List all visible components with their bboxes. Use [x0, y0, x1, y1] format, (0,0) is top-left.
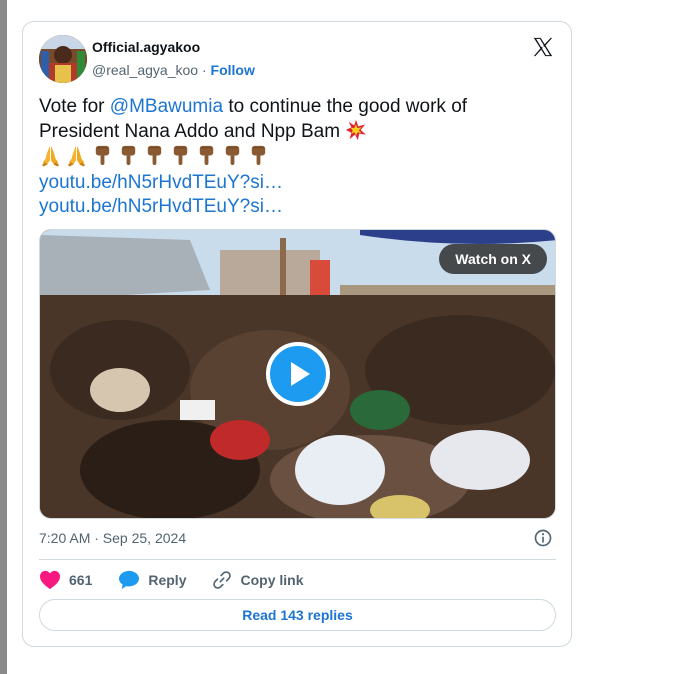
- tweet-timestamp[interactable]: 7:20 AM · Sep 25, 2024: [39, 530, 186, 546]
- folded-hands-emoji-icon: [41, 145, 60, 167]
- author-handle[interactable]: @real_agya_koo: [92, 62, 198, 78]
- play-icon: [291, 362, 310, 386]
- x-logo-icon[interactable]: [532, 36, 554, 58]
- point-down-emoji-icon: [199, 145, 214, 166]
- collision-emoji-icon: [346, 119, 367, 141]
- left-scrollbar-edge: [0, 0, 7, 674]
- tweet-actions: 661 Reply Copy link: [39, 568, 330, 592]
- point-down-emoji-icon: [225, 145, 240, 166]
- heart-icon: [40, 570, 60, 590]
- watch-on-x-button[interactable]: Watch on X: [439, 244, 547, 274]
- play-button[interactable]: [266, 342, 330, 406]
- mention-link[interactable]: @MBawumia: [110, 96, 223, 117]
- reply-bubble-icon: [119, 570, 140, 590]
- embedded-tweet-card[interactable]: Official.agyakoo @real_agya_koo · Follow…: [22, 21, 572, 647]
- youtube-link[interactable]: youtu.be/hN5rHvdTEuY?si…: [39, 172, 283, 194]
- info-icon[interactable]: [533, 528, 553, 548]
- point-down-emoji-icon: [173, 145, 188, 166]
- copy-link-button[interactable]: Copy link: [212, 570, 304, 590]
- youtube-link[interactable]: youtu.be/hN5rHvdTEuY?si…: [39, 196, 283, 218]
- follow-button[interactable]: Follow: [211, 62, 255, 78]
- point-down-emoji-icon: [121, 145, 136, 166]
- like-button[interactable]: 661: [39, 570, 92, 590]
- divider: [39, 559, 556, 560]
- folded-hands-emoji-icon: [67, 145, 86, 167]
- avatar-image: [39, 35, 87, 83]
- reply-button[interactable]: Reply: [118, 570, 186, 590]
- copy-link-label: Copy link: [240, 572, 304, 588]
- link-icon: [213, 571, 232, 589]
- point-down-emoji-icon: [95, 145, 110, 166]
- tweet-text: Vote for @MBawumia to continue the good …: [39, 95, 549, 144]
- reply-label: Reply: [148, 572, 187, 588]
- point-down-emoji-icon: [251, 145, 266, 166]
- read-replies-button[interactable]: Read 143 replies: [39, 599, 556, 631]
- author-handle-row: @real_agya_koo · Follow: [92, 62, 255, 78]
- handle-separator: ·: [198, 62, 211, 78]
- tweet-text-part1: Vote for: [39, 96, 110, 117]
- emoji-row: [39, 144, 270, 170]
- avatar[interactable]: [39, 35, 87, 83]
- like-count: 661: [69, 572, 93, 588]
- point-down-emoji-icon: [147, 145, 162, 166]
- author-name[interactable]: Official.agyakoo: [92, 39, 200, 55]
- video-media[interactable]: Watch on X: [39, 229, 556, 519]
